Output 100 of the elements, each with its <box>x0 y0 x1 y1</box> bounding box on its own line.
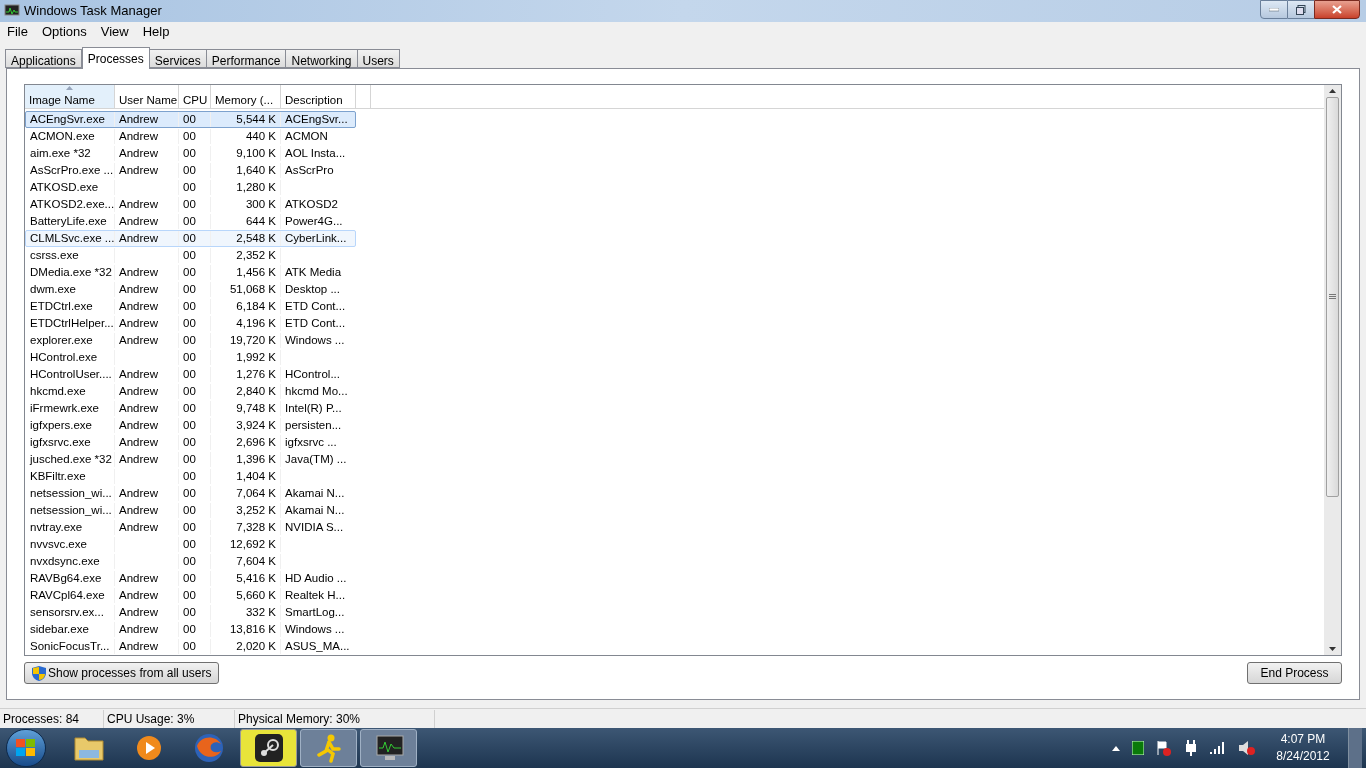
table-cell-text: igfxsrvc ... <box>284 435 338 450</box>
table-cell-text: persisten... <box>284 418 343 433</box>
menu-item[interactable]: View <box>93 22 136 42</box>
table-cell: HControl.exe <box>26 350 115 365</box>
process-row[interactable]: netsession_wi... Andrew 00 7,064 K Akamai N... <box>25 485 356 502</box>
table-cell: Andrew <box>115 452 179 467</box>
table-cell: 644 K <box>211 214 281 229</box>
process-row[interactable]: aim.exe *32 Andrew 00 9,100 K AOL Insta... <box>25 145 356 162</box>
table-cell: Andrew <box>115 571 179 586</box>
process-row[interactable]: BatteryLife.exe Andrew 00 644 K Power4G... <box>25 213 356 230</box>
table-cell: 1,640 K <box>211 163 281 178</box>
table-cell: 1,992 K <box>211 350 281 365</box>
menu-item[interactable]: Options <box>34 22 94 42</box>
table-cell: 300 K <box>211 197 281 212</box>
process-row[interactable]: jusched.exe *32 Andrew 00 1,396 K Java(TM) ... <box>25 451 356 468</box>
process-row[interactable]: nvvsvc.exe 00 12,692 K <box>25 536 356 553</box>
status-text: Physical Memory: 30% <box>235 709 435 728</box>
tab[interactable]: Users <box>356 49 400 68</box>
tab[interactable]: Networking <box>285 49 358 68</box>
process-row[interactable]: HControl.exe 00 1,992 K <box>25 349 356 366</box>
table-cell: 4,196 K <box>211 316 281 331</box>
taskbar-button[interactable] <box>240 729 297 767</box>
menu-item[interactable]: File <box>0 22 35 42</box>
table-cell: RAVBg64.exe <box>26 571 115 586</box>
table-cell: sidebar.exe <box>26 622 115 637</box>
table-cell: Andrew <box>115 112 179 127</box>
process-row[interactable]: ETDCtrl.exe Andrew 00 6,184 K ETD Cont... <box>25 298 356 315</box>
process-row[interactable]: igfxsrvc.exe Andrew 00 2,696 K igfxsrvc ... <box>25 434 356 451</box>
table-cell: aim.exe *32 <box>26 146 115 161</box>
table-cell: RAVCpl64.exe <box>26 588 115 603</box>
table-cell-text: ETD Cont... <box>284 316 347 331</box>
table-cell-text: ETD Cont... <box>284 299 347 314</box>
process-row[interactable]: ACMON.exe Andrew 00 440 K ACMON <box>25 128 356 145</box>
table-cell: 00 <box>179 129 211 144</box>
process-row[interactable]: ACEngSvr.exe Andrew 00 5,544 K ACEngSvr... <box>25 111 356 128</box>
show-all-users-button[interactable]: Show processes from all users <box>24 662 220 684</box>
table-cell-text: ATKOSD2 <box>284 197 339 212</box>
process-row[interactable]: HControlUser.... Andrew 00 1,276 K HControl... <box>25 366 356 383</box>
table-cell: explorer.exe <box>26 333 115 348</box>
process-row[interactable]: explorer.exe Andrew 00 19,720 K Windows ... <box>25 332 356 349</box>
table-cell: 2,696 K <box>211 435 281 450</box>
process-row[interactable]: DMedia.exe *32 Andrew 00 1,456 K ATK Media <box>25 264 356 281</box>
tab[interactable]: Performance <box>205 49 287 68</box>
process-row[interactable]: SonicFocusTr... Andrew 00 2,020 K ASUS_MA... <box>25 638 356 655</box>
table-cell: 00 <box>179 605 211 620</box>
table-cell-text: SmartLog... <box>284 605 346 620</box>
table-cell-text: Java(TM) ... <box>284 452 348 467</box>
scrollbar[interactable] <box>1324 85 1341 655</box>
speaker-muted-icon[interactable] <box>1238 740 1256 756</box>
menu-item[interactable]: Help <box>135 22 177 42</box>
process-row[interactable]: sensorsrv.ex... Andrew 00 332 K SmartLog... <box>25 604 356 621</box>
clock[interactable]: 4:07 PM 8/24/2012 <box>1270 731 1336 765</box>
process-row[interactable]: ATKOSD.exe 00 1,280 K <box>25 179 356 196</box>
process-row[interactable]: RAVBg64.exe Andrew 00 5,416 K HD Audio ... <box>25 570 356 587</box>
maximize-button[interactable] <box>1288 0 1314 19</box>
table-cell-text: ATK Media <box>284 265 343 280</box>
process-row[interactable]: ETDCtrlHelper... Andrew 00 4,196 K ETD Cont... <box>25 315 356 332</box>
table-cell: Andrew <box>115 639 179 654</box>
process-row[interactable]: RAVCpl64.exe Andrew 00 5,660 K Realtek H... <box>25 587 356 604</box>
signal-bars-icon[interactable] <box>1210 742 1226 754</box>
column-header[interactable]: Image Name <box>25 85 115 108</box>
process-row[interactable]: KBFiltr.exe 00 1,404 K <box>25 468 356 485</box>
table-cell: Andrew <box>115 163 179 178</box>
end-process-button[interactable]: End Process <box>1247 662 1342 684</box>
power-plug-icon[interactable] <box>1184 740 1198 756</box>
scroll-thumb[interactable] <box>1326 97 1339 497</box>
start-button[interactable] <box>6 729 46 767</box>
tab[interactable]: Processes <box>81 47 150 69</box>
table-cell-text: Akamai N... <box>284 486 346 501</box>
tab[interactable]: Applications <box>5 49 82 68</box>
flag-error-icon[interactable] <box>1156 740 1172 756</box>
process-row[interactable]: sidebar.exe Andrew 00 13,816 K Windows ... <box>25 621 356 638</box>
process-row[interactable]: iFrmewrk.exe Andrew 00 9,748 K Intel(R) P... <box>25 400 356 417</box>
process-row[interactable]: csrss.exe 00 2,352 K <box>25 247 356 264</box>
table-cell-text: AsScrPro <box>284 163 335 178</box>
process-row[interactable]: hkcmd.exe Andrew 00 2,840 K hkcmd Mo... <box>25 383 356 400</box>
table-cell: csrss.exe <box>26 248 115 263</box>
process-row[interactable]: netsession_wi... Andrew 00 3,252 K Akamai N... <box>25 502 356 519</box>
process-row[interactable]: AsScrPro.exe ... Andrew 00 1,640 K AsScrPro <box>25 162 356 179</box>
taskbar-button[interactable] <box>360 729 417 767</box>
process-row[interactable]: ATKOSD2.exe... Andrew 00 300 K ATKOSD2 <box>25 196 356 213</box>
close-button[interactable] <box>1314 0 1360 19</box>
tab[interactable]: Services <box>148 49 207 68</box>
table-cell-text: HD Audio ... <box>284 571 348 586</box>
process-row[interactable]: igfxpers.exe Andrew 00 3,924 K persisten... <box>25 417 356 434</box>
table-cell: ETDCtrlHelper... <box>26 316 115 331</box>
process-row[interactable]: CLMLSvc.exe ... Andrew 00 2,548 K CyberLink... <box>25 230 356 247</box>
table-cell: Andrew <box>115 129 179 144</box>
process-row[interactable]: dwm.exe Andrew 00 51,068 K Desktop ... <box>25 281 356 298</box>
window-title: Windows Task Manager <box>24 2 162 21</box>
process-row[interactable]: nvxdsync.exe 00 7,604 K <box>25 553 356 570</box>
table-cell: Andrew <box>115 214 179 229</box>
table-cell: 00 <box>179 503 211 518</box>
table-cell: 7,604 K <box>211 554 281 569</box>
table-cell: ETDCtrl.exe <box>26 299 115 314</box>
process-row[interactable]: nvtray.exe Andrew 00 7,328 K NVIDIA S... <box>25 519 356 536</box>
show-hidden-icons-icon[interactable] <box>1112 745 1120 751</box>
table-cell: jusched.exe *32 <box>26 452 115 467</box>
table-cell: Andrew <box>115 418 179 433</box>
scroll-down-icon <box>1329 647 1336 651</box>
